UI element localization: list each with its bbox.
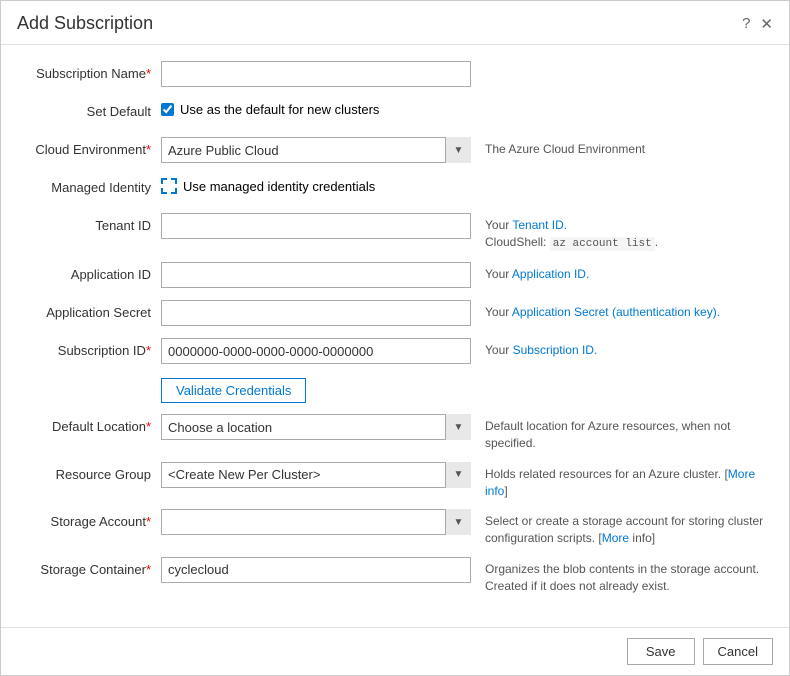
- cloud-environment-label: Cloud Environment*: [21, 137, 161, 159]
- storage-container-label: Storage Container*: [21, 557, 161, 579]
- application-id-control: [161, 262, 471, 288]
- default-location-select[interactable]: Choose a location East US West US North …: [161, 414, 471, 440]
- tenant-id-hint-prefix: Your: [485, 218, 512, 232]
- storage-account-hint: Select or create a storage account for s…: [471, 509, 769, 547]
- set-default-row: Set Default Use as the default for new c…: [21, 99, 769, 127]
- cloud-environment-control: Azure Public Cloud Azure US Government A…: [161, 137, 471, 163]
- subscription-id-control: 0000000-0000-0000-0000-0000000: [161, 338, 471, 364]
- subscription-id-label: Subscription ID*: [21, 338, 161, 360]
- managed-identity-text: Use managed identity credentials: [183, 179, 375, 194]
- subscription-id-hint: Your Subscription ID.: [471, 338, 769, 359]
- add-subscription-dialog: Add Subscription ? ✕ Subscription Name* …: [0, 0, 790, 676]
- application-secret-link[interactable]: Application Secret (authentication key).: [512, 305, 720, 319]
- storage-account-select[interactable]: [161, 509, 471, 535]
- set-default-text: Use as the default for new clusters: [180, 102, 379, 117]
- resource-group-hint: Holds related resources for an Azure clu…: [471, 462, 769, 500]
- resource-group-select-wrapper: <Create New Per Cluster> ▼: [161, 462, 471, 488]
- tenant-id-cloudshell: CloudShell: az account list.: [485, 235, 658, 249]
- application-id-input[interactable]: [161, 262, 471, 288]
- subscription-name-row: Subscription Name*: [21, 61, 769, 89]
- resource-group-row: Resource Group <Create New Per Cluster> …: [21, 462, 769, 500]
- default-location-label: Default Location*: [21, 414, 161, 436]
- storage-container-row: Storage Container* cyclecloud Organizes …: [21, 557, 769, 595]
- subscription-id-input[interactable]: 0000000-0000-0000-0000-0000000: [161, 338, 471, 364]
- storage-container-hint: Organizes the blob contents in the stora…: [471, 557, 769, 595]
- dialog-body: Subscription Name* Set Default Use as th…: [1, 45, 789, 627]
- application-id-hint: Your Application ID.: [471, 262, 769, 283]
- managed-identity-checkbox-label[interactable]: Use managed identity credentials: [161, 175, 471, 194]
- dialog-title: Add Subscription: [17, 13, 153, 34]
- default-location-control: Choose a location East US West US North …: [161, 414, 471, 440]
- resource-group-select[interactable]: <Create New Per Cluster>: [161, 462, 471, 488]
- set-default-checkbox-label[interactable]: Use as the default for new clusters: [161, 99, 471, 117]
- subscription-id-link[interactable]: Subscription ID.: [513, 343, 598, 357]
- application-secret-control: [161, 300, 471, 326]
- application-id-row: Application ID Your Application ID.: [21, 262, 769, 290]
- tenant-id-control: [161, 213, 471, 239]
- subscription-name-control: [161, 61, 471, 87]
- tenant-id-code: az account list: [550, 237, 655, 251]
- default-location-hint: Default location for Azure resources, wh…: [471, 414, 769, 452]
- dialog-footer: Save Cancel: [1, 627, 789, 675]
- application-secret-label: Application Secret: [21, 300, 161, 322]
- tenant-id-hint: Your Tenant ID. CloudShell: az account l…: [471, 213, 769, 252]
- default-location-row: Default Location* Choose a location East…: [21, 414, 769, 452]
- managed-identity-dashed-checkbox[interactable]: [161, 178, 177, 194]
- set-default-control: Use as the default for new clusters: [161, 99, 471, 117]
- save-button[interactable]: Save: [627, 638, 695, 665]
- resource-group-label: Resource Group: [21, 462, 161, 484]
- validate-credentials-button[interactable]: Validate Credentials: [161, 378, 306, 403]
- storage-account-row: Storage Account* ▼ Select or create a st…: [21, 509, 769, 547]
- resource-group-control: <Create New Per Cluster> ▼: [161, 462, 471, 488]
- tenant-id-link[interactable]: Tenant ID.: [512, 218, 567, 232]
- help-icon[interactable]: ?: [742, 15, 750, 32]
- tenant-id-input[interactable]: [161, 213, 471, 239]
- resource-group-more-info-link[interactable]: More info: [485, 467, 755, 498]
- tenant-id-label: Tenant ID: [21, 213, 161, 235]
- validate-row: Validate Credentials: [21, 376, 769, 404]
- application-secret-hint: Your Application Secret (authentication …: [471, 300, 769, 321]
- close-icon[interactable]: ✕: [760, 15, 773, 33]
- dialog-title-bar: Add Subscription ? ✕: [1, 1, 789, 45]
- cloud-environment-select-wrapper: Azure Public Cloud Azure US Government A…: [161, 137, 471, 163]
- application-id-link[interactable]: Application ID.: [512, 267, 589, 281]
- validate-control: Validate Credentials: [161, 376, 471, 403]
- subscription-name-hint: [471, 61, 769, 65]
- cancel-button[interactable]: Cancel: [703, 638, 773, 665]
- managed-identity-control: Use managed identity credentials: [161, 175, 471, 194]
- storage-account-label: Storage Account*: [21, 509, 161, 531]
- application-secret-input[interactable]: [161, 300, 471, 326]
- storage-container-control: cyclecloud: [161, 557, 471, 583]
- application-id-label: Application ID: [21, 262, 161, 284]
- storage-account-control: ▼: [161, 509, 471, 535]
- storage-account-select-wrapper: ▼: [161, 509, 471, 535]
- cloud-environment-row: Cloud Environment* Azure Public Cloud Az…: [21, 137, 769, 165]
- storage-account-more-link[interactable]: More: [602, 531, 629, 545]
- default-location-select-wrapper: Choose a location East US West US North …: [161, 414, 471, 440]
- managed-identity-label: Managed Identity: [21, 175, 161, 197]
- title-actions: ? ✕: [742, 15, 773, 33]
- managed-identity-row: Managed Identity Use managed identity cr…: [21, 175, 769, 203]
- cloud-environment-hint: The Azure Cloud Environment: [471, 137, 769, 158]
- subscription-name-label: Subscription Name*: [21, 61, 161, 83]
- application-secret-row: Application Secret Your Application Secr…: [21, 300, 769, 328]
- tenant-id-row: Tenant ID Your Tenant ID. CloudShell: az…: [21, 213, 769, 252]
- storage-container-input[interactable]: cyclecloud: [161, 557, 471, 583]
- set-default-checkbox[interactable]: [161, 103, 174, 116]
- cloud-environment-select[interactable]: Azure Public Cloud Azure US Government A…: [161, 137, 471, 163]
- subscription-id-row: Subscription ID* 0000000-0000-0000-0000-…: [21, 338, 769, 366]
- subscription-name-input[interactable]: [161, 61, 471, 87]
- set-default-label: Set Default: [21, 99, 161, 121]
